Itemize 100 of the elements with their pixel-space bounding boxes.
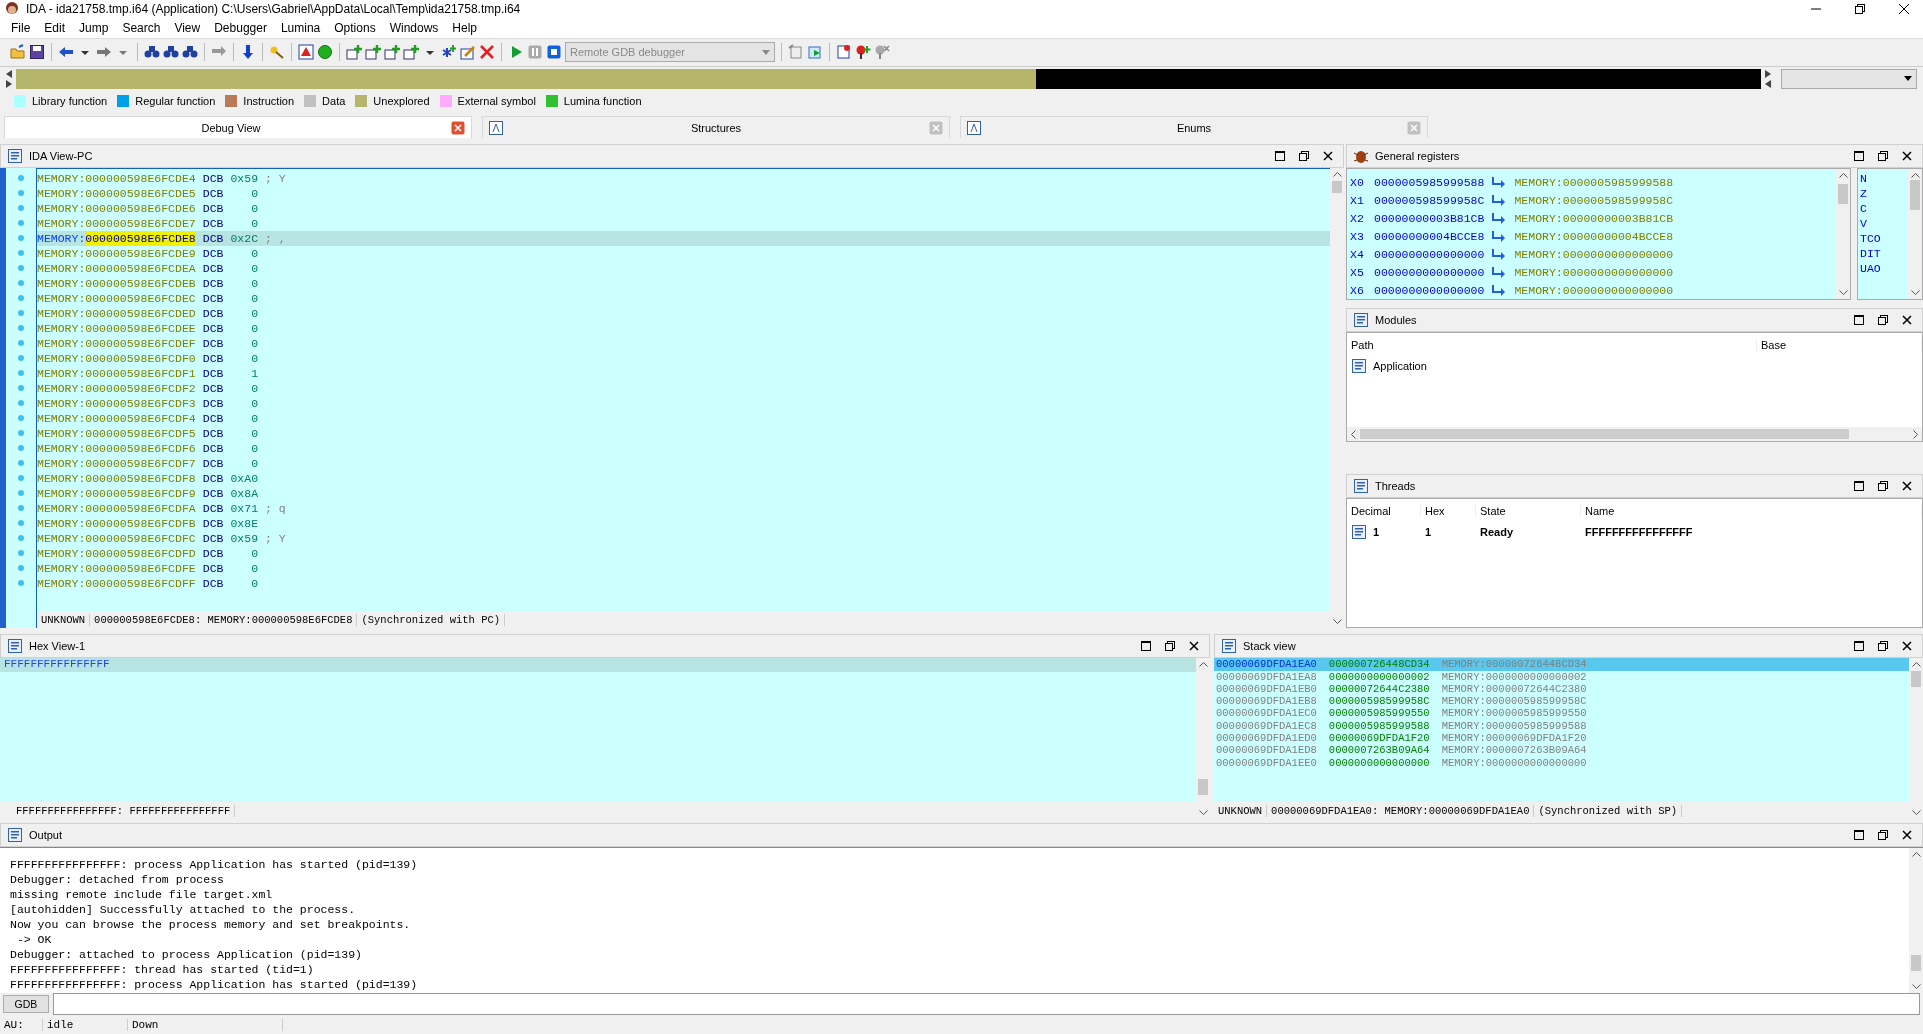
open-folder-icon[interactable] xyxy=(10,44,26,61)
breakpoint-dot[interactable] xyxy=(18,205,24,212)
scroll-down-icon[interactable] xyxy=(1911,810,1921,817)
close-icon[interactable] xyxy=(1902,641,1912,652)
restore-icon[interactable] xyxy=(1299,151,1309,162)
save-icon[interactable] xyxy=(29,44,45,61)
scroll-down-icon[interactable] xyxy=(1911,984,1921,991)
breakpoint-dot[interactable] xyxy=(18,235,24,242)
register-value[interactable]: 00000000004BCCE8 xyxy=(1374,229,1485,243)
horizontal-scrollbar[interactable] xyxy=(1347,427,1922,442)
run-to-cursor-icon[interactable] xyxy=(807,44,823,61)
restore-icon[interactable] xyxy=(1878,641,1888,652)
scroll-up-icon[interactable] xyxy=(1910,172,1920,179)
stop-icon[interactable] xyxy=(546,44,562,61)
tab[interactable]: Enums xyxy=(960,116,1428,139)
vertical-scrollbar[interactable] xyxy=(1196,658,1210,820)
breakpoint-dot[interactable] xyxy=(18,265,24,272)
scroll-right-icon[interactable] xyxy=(1913,429,1919,439)
menu-item[interactable]: Options xyxy=(327,20,383,35)
register-value[interactable]: 0000000000000000 xyxy=(1374,265,1485,279)
breakpoint-dot[interactable] xyxy=(18,565,24,572)
scrollbar-thumb[interactable] xyxy=(1198,779,1208,796)
down-arrow-icon[interactable] xyxy=(240,44,256,61)
delete-icon[interactable] xyxy=(479,44,495,61)
scroll-up-icon[interactable] xyxy=(1332,171,1342,178)
close-icon[interactable] xyxy=(1899,3,1909,14)
segment-dropdown[interactable] xyxy=(1781,68,1917,89)
tab[interactable]: Debug View xyxy=(4,116,472,139)
breakpoint-dot[interactable] xyxy=(18,400,24,407)
breakpoint-dot[interactable] xyxy=(18,355,24,362)
breakpoint-dot[interactable] xyxy=(18,445,24,452)
scrollbar-thumb[interactable] xyxy=(1911,671,1921,688)
restore-icon[interactable] xyxy=(1878,830,1888,841)
breakpoint-dot[interactable] xyxy=(18,535,24,542)
stack-row[interactable]: 00000069DFDA1EC0 0000005985999550 MEMORY:0000005985999550 xyxy=(1214,707,1909,720)
scroll-up-icon[interactable] xyxy=(1838,172,1848,179)
menu-item[interactable]: Windows xyxy=(382,20,446,35)
stack-row[interactable]: 00000069DFDA1ED8 0000007263B09A64 MEMORY:0000007263B09A64 xyxy=(1214,744,1909,757)
breakpoint-dot[interactable] xyxy=(18,460,24,467)
add-code-icon[interactable] xyxy=(346,44,362,61)
tab[interactable]: Structures xyxy=(482,116,950,139)
stack-row[interactable]: 00000069DFDA1EA0 000000726448CD34 MEMORY:000000726448CD34 xyxy=(1214,658,1909,671)
breakpoint-dot[interactable] xyxy=(18,430,24,437)
breakpoint-dot[interactable] xyxy=(18,520,24,527)
restore-icon[interactable] xyxy=(1878,315,1888,326)
vertical-scrollbar[interactable] xyxy=(1909,848,1923,994)
scroll-up-icon[interactable] xyxy=(1198,661,1208,668)
stack-row[interactable]: 00000069DFDA1EA8 0000000000000002 MEMORY:0000000000000002 xyxy=(1214,670,1909,683)
vertical-scrollbar[interactable] xyxy=(1836,169,1850,300)
menu-item[interactable]: File xyxy=(4,20,38,35)
breakpoint-dot[interactable] xyxy=(18,310,24,317)
breakpoint-dot[interactable] xyxy=(18,325,24,332)
close-icon[interactable] xyxy=(1189,641,1199,652)
breakpoint-list-icon[interactable] xyxy=(836,44,852,61)
scrollbar-thumb[interactable] xyxy=(1332,181,1342,194)
menu-item[interactable]: View xyxy=(167,20,208,35)
column-header[interactable]: Path xyxy=(1347,339,1757,352)
restore-icon[interactable] xyxy=(1165,641,1175,652)
breakpoint-dot[interactable] xyxy=(18,280,24,287)
register-value[interactable]: 0000005985999588 xyxy=(1374,175,1485,189)
column-header[interactable]: Decimal xyxy=(1347,505,1421,518)
maximize-icon[interactable] xyxy=(1854,830,1864,841)
add-text-icon[interactable] xyxy=(384,44,400,61)
maximize-icon[interactable] xyxy=(1854,151,1864,162)
menu-item[interactable]: Search xyxy=(115,20,168,35)
scrollbar-thumb[interactable] xyxy=(1360,429,1849,440)
breakpoint-dot[interactable] xyxy=(18,415,24,422)
maximize-icon[interactable] xyxy=(1141,641,1151,652)
register-value[interactable]: 0000000000000000 xyxy=(1374,283,1485,297)
scroll-down-icon[interactable] xyxy=(1910,290,1920,297)
command-language-button[interactable]: GDB xyxy=(3,995,49,1014)
breakpoint-dot[interactable] xyxy=(18,370,24,377)
breakpoint-dot[interactable] xyxy=(18,250,24,257)
column-header[interactable]: Name xyxy=(1581,505,1922,518)
breakpoint-dot[interactable] xyxy=(18,220,24,227)
scrollbar-thumb[interactable] xyxy=(1911,955,1921,972)
vertical-scrollbar[interactable] xyxy=(1908,169,1922,300)
breakpoint-dot[interactable] xyxy=(18,385,24,392)
register-value[interactable]: 0000000000000000 xyxy=(1374,247,1485,261)
stack-row[interactable]: 00000069DFDA1EE0 0000000000000000 MEMORY:0000000000000000 xyxy=(1214,756,1909,769)
breakpoint-dot[interactable] xyxy=(18,505,24,512)
breakpoint-dot[interactable] xyxy=(18,580,24,587)
breakpoint-dot[interactable] xyxy=(18,340,24,347)
scroll-left-icon[interactable] xyxy=(1765,79,1771,88)
breakpoint-dot[interactable] xyxy=(18,190,24,197)
breakpoint-dot[interactable] xyxy=(18,295,24,302)
column-header[interactable]: State xyxy=(1476,505,1581,518)
close-icon[interactable] xyxy=(1323,151,1333,162)
menu-item[interactable]: Debugger xyxy=(207,20,274,35)
scroll-down-icon[interactable] xyxy=(1198,810,1208,817)
breakpoint-dot[interactable] xyxy=(18,550,24,557)
register-value[interactable]: 00000000003B81CB xyxy=(1374,211,1485,225)
maximize-icon[interactable] xyxy=(1854,481,1864,492)
stack-row[interactable]: 00000069DFDA1EC8 0000005985999588 MEMORY:0000005985999588 xyxy=(1214,719,1909,732)
stack-row[interactable]: 00000069DFDA1ED0 00000069DFDA1F20 MEMORY:00000069DFDA1F20 xyxy=(1214,732,1909,745)
warning-icon[interactable] xyxy=(298,44,314,61)
module-path[interactable]: Application xyxy=(1347,358,1757,375)
menu-item[interactable]: Jump xyxy=(72,20,116,35)
close-icon[interactable] xyxy=(1902,315,1912,326)
maximize-icon[interactable] xyxy=(1275,151,1285,162)
